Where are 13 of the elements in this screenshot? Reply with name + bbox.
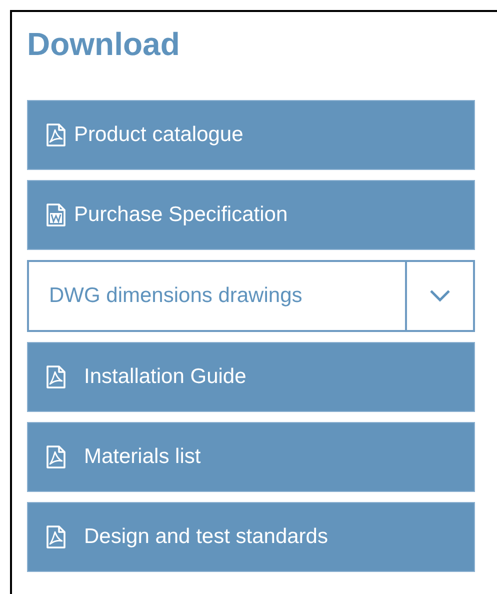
drawings-dropdown[interactable]: DWG dimensions drawings <box>27 260 475 332</box>
download-button[interactable]: Purchase Specification <box>27 180 475 250</box>
word-file-icon <box>46 203 66 227</box>
download-button[interactable]: Installation Guide <box>27 342 475 412</box>
pdf-file-icon <box>46 445 66 469</box>
chevron-down-icon <box>429 289 451 303</box>
download-button[interactable]: Design and test standards <box>27 502 475 572</box>
pdf-file-icon <box>46 123 66 147</box>
download-button[interactable]: Product catalogue <box>27 100 475 170</box>
pdf-file-icon <box>46 525 66 549</box>
download-button[interactable]: Materials list <box>27 422 475 492</box>
section-title: Download <box>27 25 181 64</box>
pdf-file-icon <box>46 365 66 389</box>
